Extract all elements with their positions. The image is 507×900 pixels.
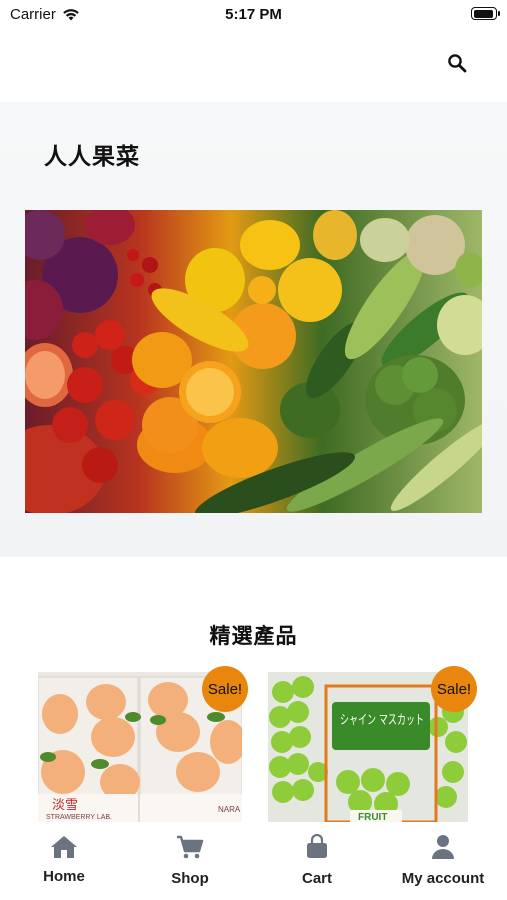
tab-cart[interactable]: Cart bbox=[262, 832, 372, 887]
featured-products-title: 精選產品 bbox=[209, 624, 298, 648]
hero-image bbox=[25, 210, 482, 513]
home-icon bbox=[49, 832, 79, 862]
grape-brand-subtext: FRUIT bbox=[358, 812, 387, 822]
vegetables-image bbox=[25, 210, 482, 513]
user-icon bbox=[428, 832, 458, 862]
search-icon bbox=[448, 54, 467, 73]
strawberry-brand-subtext: STRAWBERRY LAB. bbox=[46, 814, 112, 821]
bag-icon bbox=[302, 832, 332, 862]
tab-cart-label: Cart bbox=[301, 870, 332, 887]
tab-my-account-label: My account bbox=[401, 870, 485, 887]
sale-badge: Sale! bbox=[431, 666, 477, 712]
tab-shop[interactable]: Shop bbox=[135, 832, 245, 887]
tab-home[interactable]: Home bbox=[9, 832, 119, 885]
strawberry-brand-subtext-2: NARA bbox=[218, 805, 241, 814]
status-bar: Carrier 5:17 PM bbox=[0, 0, 507, 30]
status-time: 5:17 PM bbox=[225, 6, 282, 23]
strawberry-brand-text: 淡雪 bbox=[52, 798, 78, 813]
tab-shop-label: Shop bbox=[171, 870, 209, 887]
tab-home-label: Home bbox=[43, 868, 85, 885]
battery-icon bbox=[471, 7, 500, 20]
cart-icon bbox=[175, 832, 205, 862]
sale-badge: Sale! bbox=[202, 666, 248, 712]
search-button[interactable] bbox=[444, 50, 470, 76]
grape-brand-text: シャイン マスカット bbox=[340, 713, 424, 728]
tab-my-account[interactable]: My account bbox=[388, 832, 498, 887]
store-title: 人人果菜 bbox=[44, 144, 140, 170]
bottom-tab-bar: Home Shop Cart My account bbox=[0, 822, 507, 900]
